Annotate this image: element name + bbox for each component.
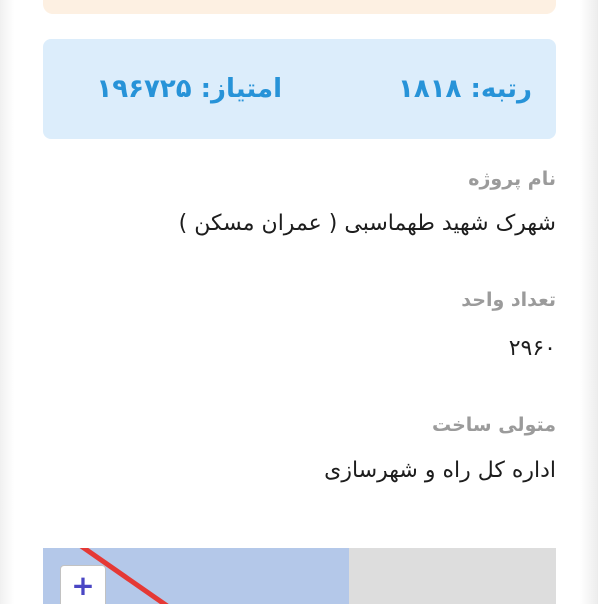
scroll-edge-shadow [580, 0, 598, 604]
project-name-value: شهرک شهید طهماسبی ( عمران مسکن ) [178, 211, 556, 236]
builder-value: اداره کل راه و شهرسازی [324, 458, 556, 483]
map-road-line [79, 548, 169, 604]
previous-info-card [43, 0, 556, 14]
project-name-label: نام پروژه [468, 168, 556, 190]
rank-text: رتبه: ۱۸۱۸ [397, 74, 532, 104]
rank-card: رتبه: ۱۸۱۸ امتیاز: ۱۹۶۷۲۵ [43, 39, 556, 139]
unit-count-label: تعداد واحد [461, 289, 556, 311]
map-zoom-in-button[interactable]: + [60, 565, 106, 604]
unit-count-value: ۲۹۶۰ [508, 336, 556, 361]
builder-label: متولی ساخت [431, 414, 556, 436]
score-text: امتیاز: ۱۹۶۷۲۵ [96, 74, 282, 104]
project-map[interactable]: + [43, 548, 556, 604]
left-edge-shadow [0, 0, 14, 604]
project-detail-screen: رتبه: ۱۸۱۸ امتیاز: ۱۹۶۷۲۵ نام پروژه شهرک… [0, 0, 598, 604]
